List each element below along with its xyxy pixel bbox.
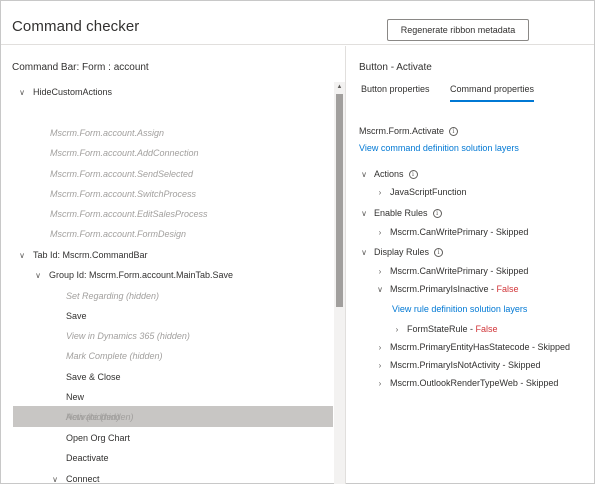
- chevron-right-icon: ›: [378, 379, 382, 388]
- display-rule-item[interactable]: › Mscrm.PrimaryIsNotActivity - Skipped: [375, 358, 541, 372]
- tab-command-properties[interactable]: Command properties: [450, 84, 535, 102]
- selected-row-highlight: [13, 406, 333, 427]
- command-checker-window: Command checker Regenerate ribbon metada…: [0, 0, 595, 484]
- form-state-rule-item[interactable]: › FormStateRule - False: [392, 322, 498, 336]
- tab-button-properties[interactable]: Button properties: [361, 84, 430, 102]
- chevron-down-icon: ∨: [361, 248, 367, 257]
- scroll-thumb[interactable]: [336, 94, 343, 307]
- page-title: Command checker: [12, 18, 140, 35]
- tree-item-open-org-chart[interactable]: Open Org Chart: [66, 428, 130, 448]
- tree-item-save[interactable]: Save: [66, 306, 87, 326]
- tree-item-save-close[interactable]: Save & Close: [66, 367, 121, 387]
- display-rules-section[interactable]: ∨ Display Rules i: [359, 245, 444, 259]
- actions-section[interactable]: ∨ Actions i: [359, 167, 418, 181]
- view-command-definition-link[interactable]: View command definition solution layers: [359, 141, 519, 155]
- action-item[interactable]: › JavaScriptFunction: [375, 185, 467, 199]
- info-icon[interactable]: i: [434, 248, 444, 258]
- regenerate-ribbon-metadata-button[interactable]: Regenerate ribbon metadata: [387, 19, 529, 41]
- chevron-right-icon: ›: [378, 361, 382, 370]
- command-bar-tree-pane: Command Bar: Form : account ∨ HideCustomA…: [1, 46, 345, 484]
- tree-item-new[interactable]: New: [66, 387, 84, 407]
- properties-pane: Button - Activate Button properties Comm…: [346, 46, 595, 484]
- chevron-down-icon: ∨: [19, 251, 25, 260]
- chevron-right-icon: ›: [395, 325, 399, 334]
- header: Command checker Regenerate ribbon metada…: [1, 1, 594, 45]
- rule-result-false: False: [496, 284, 519, 294]
- display-rule-item[interactable]: › Mscrm.CanWritePrimary - Skipped: [375, 264, 529, 278]
- tree-item[interactable]: View in Dynamics 365 (hidden): [66, 326, 190, 346]
- tree-item[interactable]: Set Regarding (hidden): [66, 286, 159, 306]
- tree-node-hidecustomactions[interactable]: ∨ HideCustomActions: [17, 82, 112, 102]
- button-title: Button - Activate: [359, 62, 432, 73]
- tree-node-tab-commandbar[interactable]: ∨ Tab Id: Mscrm.CommandBar: [17, 245, 147, 265]
- tree-item[interactable]: Mscrm.Form.account.SwitchProcess: [50, 184, 196, 204]
- chevron-right-icon: ›: [378, 188, 382, 197]
- tree-item[interactable]: Mscrm.Form.account.FormDesign: [50, 224, 186, 244]
- chevron-down-icon: ∨: [35, 271, 41, 280]
- chevron-down-icon: ∨: [361, 209, 367, 218]
- enable-rules-section[interactable]: ∨ Enable Rules i: [359, 206, 442, 220]
- view-rule-definition-link[interactable]: View rule definition solution layers: [392, 302, 527, 316]
- display-rule-item[interactable]: › Mscrm.OutlookRenderTypeWeb - Skipped: [375, 376, 559, 390]
- tree-item-deactivate[interactable]: Deactivate: [66, 448, 109, 468]
- chevron-down-icon: ∨: [52, 475, 58, 484]
- chevron-down-icon: ∨: [19, 88, 25, 97]
- tree-item[interactable]: Mscrm.Form.account.SendSelected: [50, 164, 193, 184]
- tree-item[interactable]: Mscrm.Form.account.EditSalesProcess: [50, 204, 208, 224]
- tree-item-activate-selected[interactable]: Activate (hidden): [66, 407, 134, 427]
- command-name: Mscrm.Form.Activate i: [359, 126, 459, 137]
- info-icon[interactable]: i: [449, 127, 459, 137]
- info-icon[interactable]: i: [408, 170, 418, 180]
- tree-node-connect[interactable]: ∨ Connect: [50, 469, 99, 484]
- chevron-right-icon: ›: [378, 343, 382, 352]
- enable-rule-item[interactable]: › Mscrm.CanWritePrimary - Skipped: [375, 225, 529, 239]
- tree-node-group-save[interactable]: ∨ Group Id: Mscrm.Form.account.MainTab.Sa…: [33, 265, 233, 285]
- chevron-down-icon: ∨: [377, 285, 383, 294]
- display-rule-item[interactable]: › Mscrm.PrimaryEntityHasStatecode - Skipp…: [375, 340, 570, 354]
- tree-scrollbar[interactable]: ▲: [334, 82, 345, 484]
- scroll-up-icon[interactable]: ▲: [335, 83, 344, 92]
- tree-item[interactable]: Mscrm.Form.account.AddConnection: [50, 143, 199, 163]
- command-bar-heading: Command Bar: Form : account: [12, 62, 149, 73]
- tree-item[interactable]: Mscrm.Form.account.Assign: [50, 123, 164, 143]
- tree-item[interactable]: Mark Complete (hidden): [66, 346, 163, 366]
- chevron-down-icon: ∨: [361, 170, 367, 179]
- chevron-right-icon: ›: [378, 228, 382, 237]
- display-rule-item-expanded[interactable]: ∨ Mscrm.PrimaryIsInactive - False: [375, 282, 519, 296]
- rule-result-false: False: [475, 324, 498, 334]
- info-icon[interactable]: i: [432, 209, 442, 219]
- chevron-right-icon: ›: [378, 267, 382, 276]
